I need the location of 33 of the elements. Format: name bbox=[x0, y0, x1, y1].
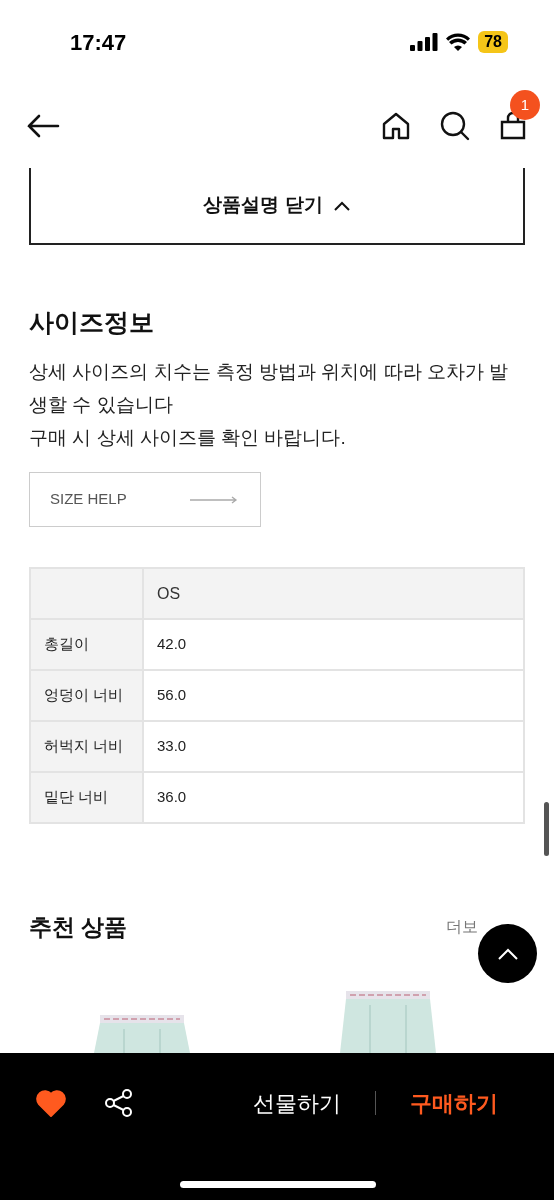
table-cell: 56.0 bbox=[143, 670, 524, 721]
description-text: 구매 시 상세 사이즈를 확인 바랍니다. bbox=[29, 426, 347, 450]
wifi-icon bbox=[446, 33, 471, 51]
table-header-cell: OS bbox=[143, 568, 524, 619]
table-cell: 42.0 bbox=[143, 619, 524, 670]
shopping-bag-icon[interactable] bbox=[500, 112, 526, 140]
more-link[interactable]: 더보 bbox=[446, 915, 478, 940]
home-icon[interactable] bbox=[382, 112, 410, 140]
table-cell: 33.0 bbox=[143, 721, 524, 772]
back-arrow-icon[interactable] bbox=[26, 114, 60, 138]
table-cell: 엉덩이 너비 bbox=[30, 670, 143, 721]
status-time: 17:47 bbox=[70, 28, 127, 57]
cart-count-badge: 1 bbox=[510, 90, 540, 120]
gift-button[interactable]: 선물하기 bbox=[253, 1086, 341, 1120]
section-title: 추천 상품 bbox=[29, 913, 128, 942]
share-icon[interactable] bbox=[104, 1088, 134, 1118]
signal-icon bbox=[410, 33, 439, 51]
chevron-up-icon bbox=[497, 947, 518, 960]
buy-button[interactable]: 구매하기 bbox=[410, 1086, 498, 1120]
heart-icon[interactable] bbox=[36, 1089, 66, 1117]
battery-indicator: 78 bbox=[478, 31, 508, 53]
scrollbar bbox=[544, 802, 549, 856]
table-cell: 밑단 너비 bbox=[30, 772, 143, 823]
chevron-up-icon bbox=[332, 199, 351, 212]
table-cell: 허벅지 너비 bbox=[30, 721, 143, 772]
table-cell: 36.0 bbox=[143, 772, 524, 823]
size-help-button[interactable]: SIZE HELP bbox=[29, 472, 261, 527]
search-icon[interactable] bbox=[440, 111, 470, 141]
collapse-description-button[interactable]: 상품설명 닫기 bbox=[29, 168, 525, 245]
description-text: 상세 사이즈의 치수는 측정 방법과 위치에 따라 오차가 발생할 수 있습니다 bbox=[29, 360, 510, 417]
section-title: 사이즈정보 bbox=[29, 307, 155, 338]
table-cell: 총길이 bbox=[30, 619, 143, 670]
arrow-right-icon bbox=[190, 495, 238, 504]
